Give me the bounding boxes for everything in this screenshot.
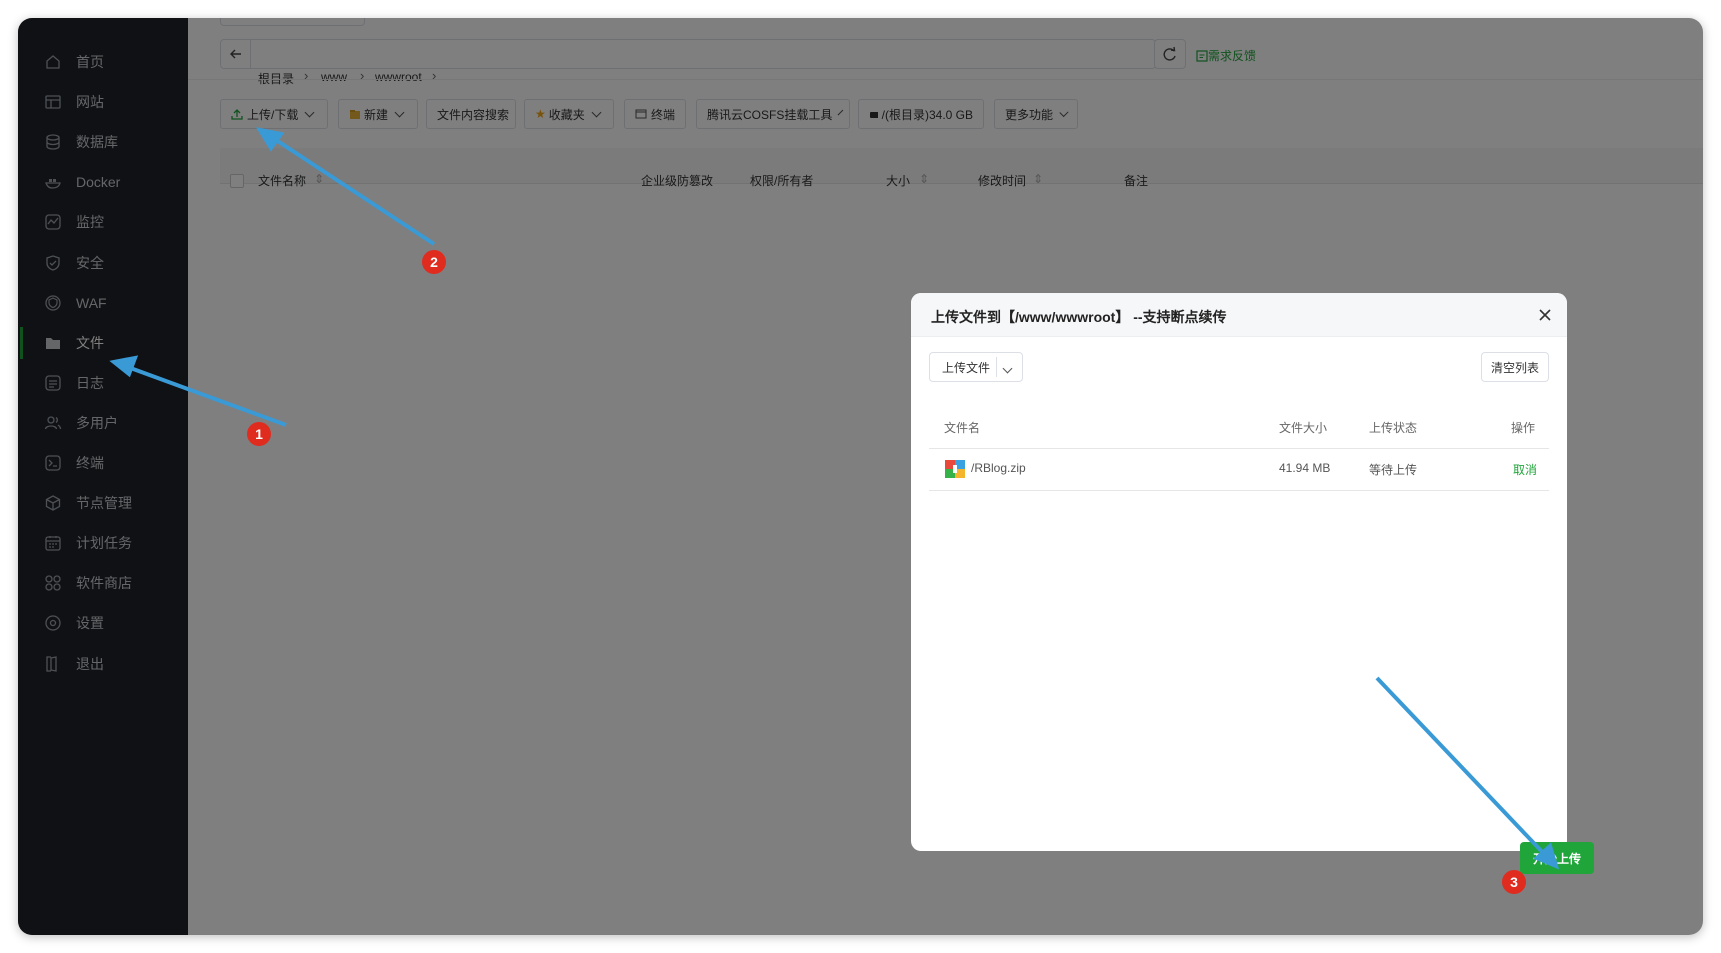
clear-list-button[interactable]: 清空列表 [1481, 352, 1549, 382]
close-button[interactable] [1535, 305, 1555, 325]
upload-status: 等待上传 [1369, 463, 1418, 477]
upload-file-label: 上传文件 [942, 360, 991, 375]
annotation-badge-1: 1 [247, 422, 271, 446]
annotation-badge-3: 3 [1502, 870, 1526, 894]
close-icon [1539, 309, 1551, 321]
upload-dialog: 上传文件到【/www/wwwroot】 --支持断点续传 上传文件 清空列表 文… [911, 293, 1567, 851]
cancel-upload-link[interactable]: 取消 [1513, 461, 1537, 478]
divider [929, 448, 1549, 449]
upload-filesize: 41.94 MB [1279, 461, 1331, 475]
divider [929, 490, 1549, 491]
dialog-header: 上传文件到【/www/wwwroot】 --支持断点续传 [911, 293, 1567, 337]
zip-file-icon [945, 460, 965, 478]
dialog-title: 上传文件到【/www/wwwroot】 --支持断点续传 [931, 309, 1227, 325]
upload-file-button[interactable]: 上传文件 [929, 352, 1023, 382]
col-action: 操作 [1511, 421, 1536, 435]
col-status: 上传状态 [1369, 421, 1418, 435]
start-upload-label: 开始上传 [1532, 851, 1581, 866]
clear-list-label: 清空列表 [1490, 360, 1539, 375]
col-filename: 文件名 [944, 421, 981, 435]
divider [996, 357, 997, 377]
col-filesize: 文件大小 [1279, 421, 1328, 435]
annotation-badge-2: 2 [422, 250, 446, 274]
start-upload-button[interactable]: 开始上传 [1520, 842, 1594, 874]
upload-filename: /RBlog.zip [971, 461, 1026, 475]
chevron-down-icon[interactable] [1002, 363, 1013, 374]
